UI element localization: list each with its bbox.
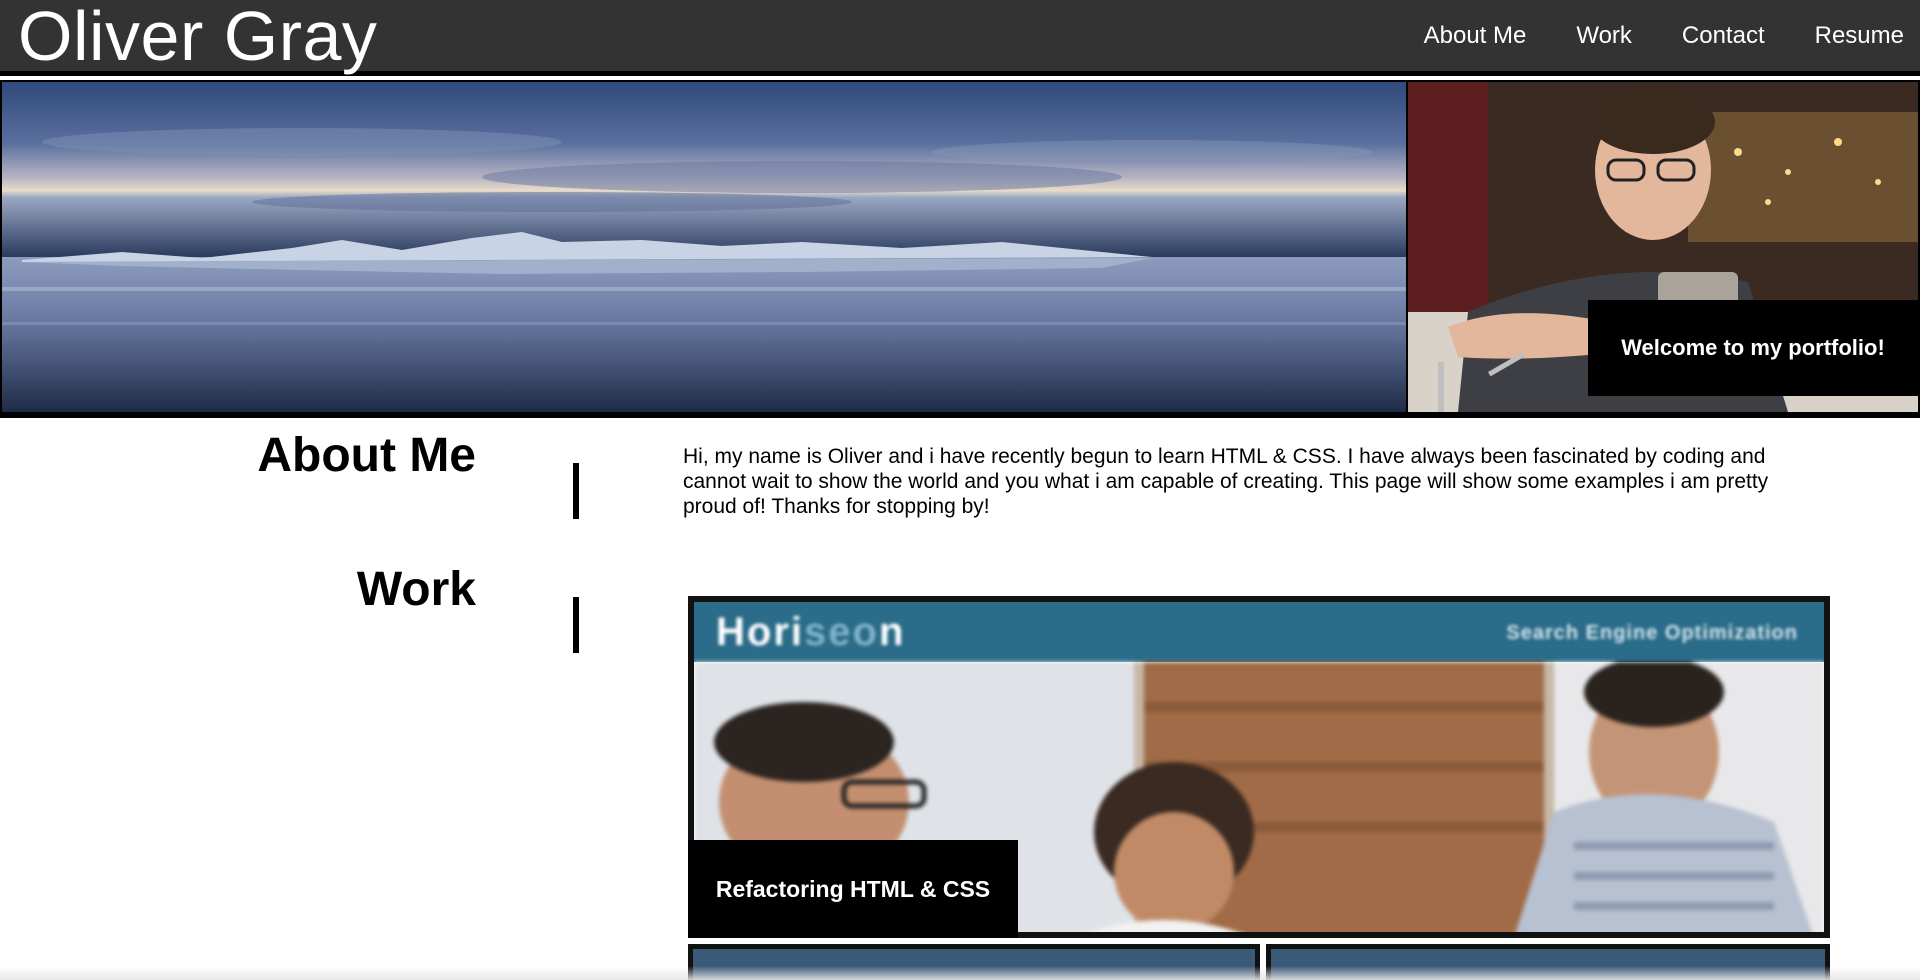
about-divider xyxy=(573,463,579,519)
hero-banner: Welcome to my portfolio! xyxy=(0,80,1920,418)
featured-project-label[interactable]: Refactoring HTML & CSS xyxy=(688,840,1018,938)
nav-work-link[interactable]: Work xyxy=(1576,22,1632,50)
hero-landscape-image xyxy=(2,82,1406,412)
welcome-text: Welcome to my portfolio! xyxy=(1621,335,1885,360)
work-divider xyxy=(573,597,579,653)
about-text: Hi, my name is Oliver and i have recentl… xyxy=(683,445,1769,518)
nav-resume-link[interactable]: Resume xyxy=(1815,22,1904,50)
scroll-fade xyxy=(0,966,1920,980)
logo-accent: seo xyxy=(804,610,879,654)
nav-contact-link[interactable]: Contact xyxy=(1682,22,1765,50)
welcome-banner: Welcome to my portfolio! xyxy=(1588,300,1918,396)
featured-project-label-text: Refactoring HTML & CSS xyxy=(715,875,991,902)
main-nav: About Me Work Contact Resume xyxy=(1374,0,1904,72)
project-tagline: Search Engine Optimization xyxy=(1506,622,1798,644)
site-title: Oliver Gray xyxy=(18,0,378,75)
work-heading: Work xyxy=(356,563,476,616)
logo-prefix: Hori xyxy=(716,610,804,654)
project-logo: Horiseon xyxy=(716,610,905,655)
logo-suffix: n xyxy=(878,610,906,654)
nav-about-me-link[interactable]: About Me xyxy=(1424,22,1527,50)
site-header: Oliver Gray About Me Work Contact Resume xyxy=(0,0,1920,76)
project-preview-header: Horiseon Search Engine Optimization xyxy=(694,602,1824,662)
portrait-photo: Welcome to my portfolio! xyxy=(1408,82,1918,412)
about-heading: About Me xyxy=(257,429,476,482)
